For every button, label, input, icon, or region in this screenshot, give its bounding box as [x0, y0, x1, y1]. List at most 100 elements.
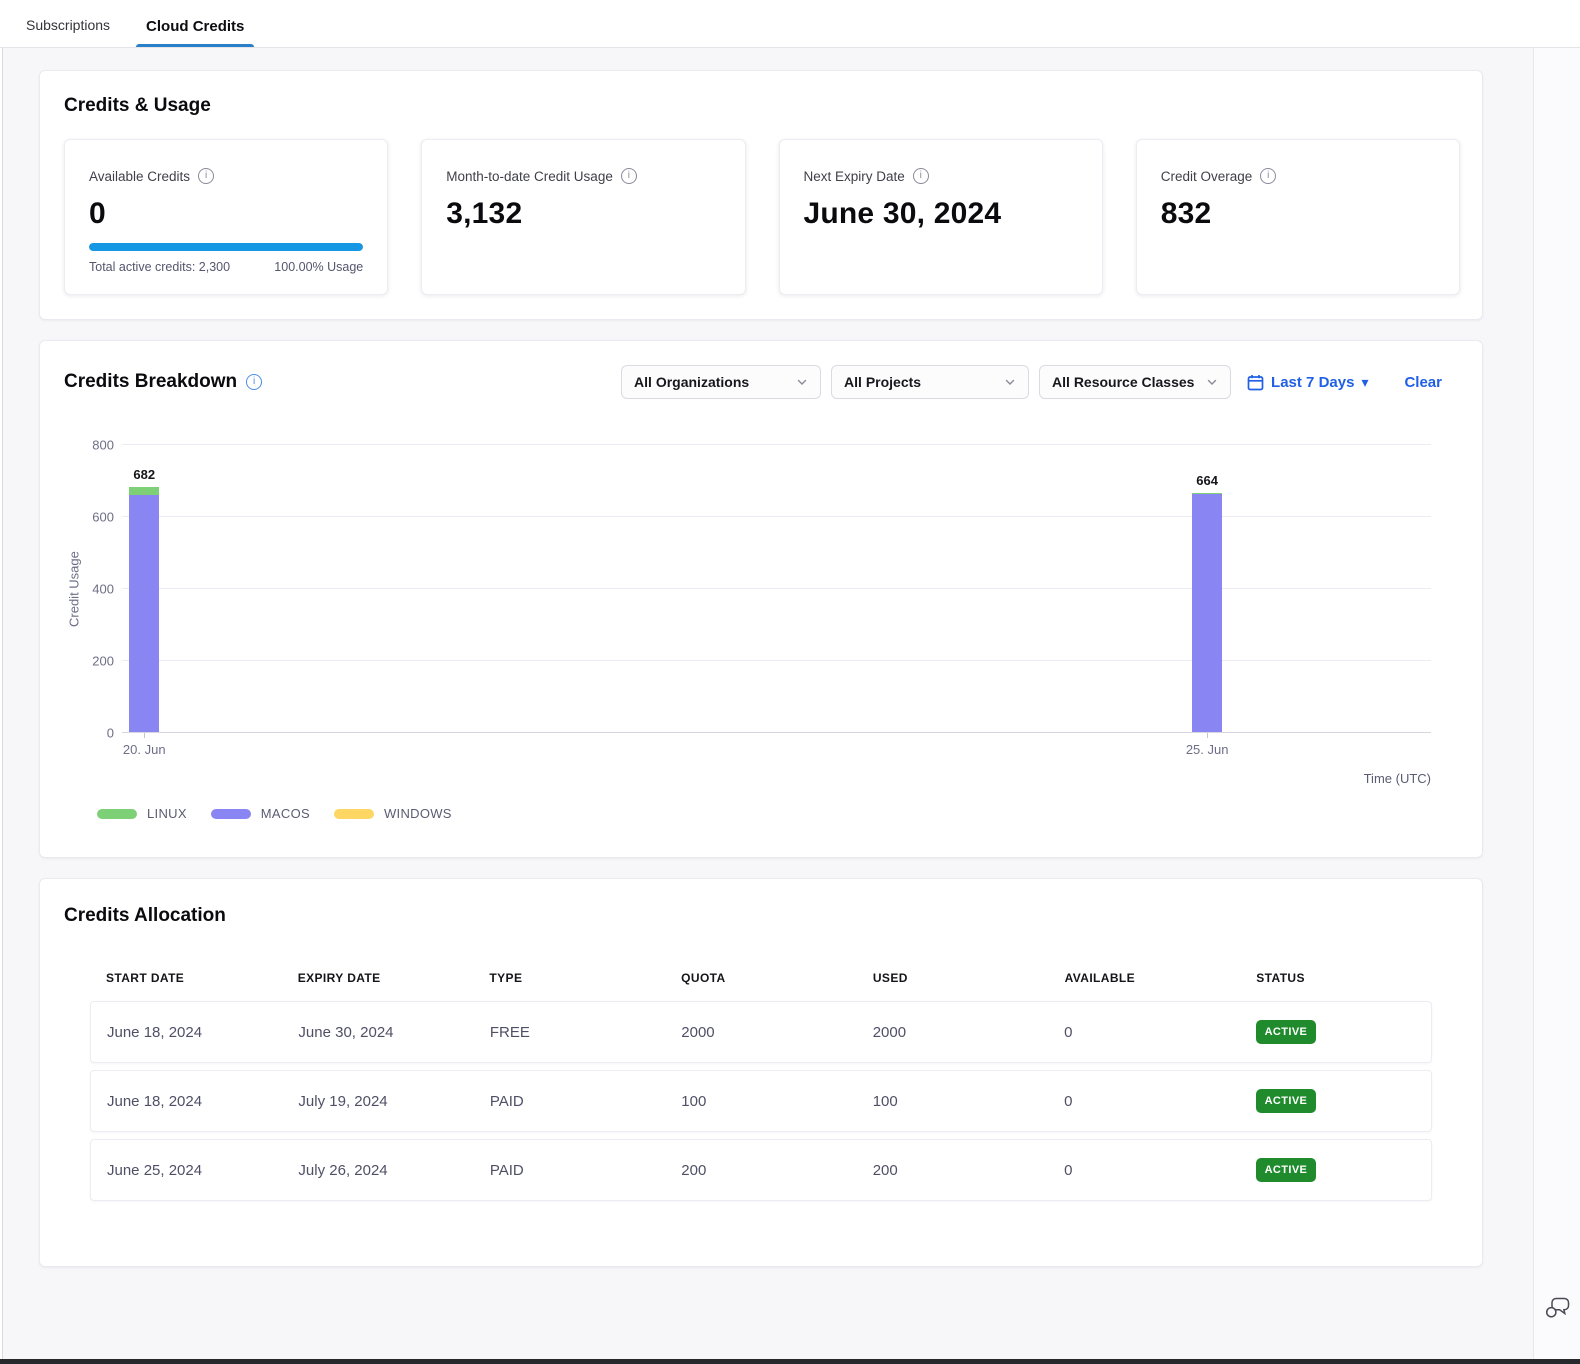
gridline	[122, 516, 1431, 517]
main-content: Credits & Usage Available Credits 0 Tota…	[3, 48, 1533, 1359]
cell-type: FREE	[474, 1024, 665, 1041]
chevron-down-icon	[796, 376, 808, 388]
credit-usage-progress-fill	[89, 243, 363, 251]
info-icon[interactable]	[621, 168, 637, 184]
status-badge: ACTIVE	[1256, 1089, 1317, 1113]
table-row: June 25, 2024 July 26, 2024 PAID 200 200…	[90, 1139, 1432, 1201]
table-row: June 18, 2024 June 30, 2024 FREE 2000 20…	[90, 1001, 1432, 1063]
right-rail	[1533, 48, 1580, 1359]
credit-overage-value: 832	[1161, 197, 1435, 231]
cell-start-date: June 25, 2024	[91, 1162, 282, 1179]
caret-down-icon	[1361, 374, 1368, 391]
col-type: TYPE	[473, 971, 665, 985]
mtd-usage-value: 3,132	[446, 197, 720, 231]
next-expiry-label: Next Expiry Date	[804, 169, 905, 184]
col-available: AVAILABLE	[1049, 971, 1241, 985]
projects-filter-value: All Projects	[844, 374, 921, 390]
chart-bar-25-jun[interactable]: 664	[1192, 493, 1222, 732]
bar-segment-linux	[129, 487, 159, 496]
calendar-icon	[1247, 374, 1264, 391]
date-range-picker[interactable]: Last 7 Days	[1247, 374, 1368, 391]
chart-x-axis-title: Time (UTC)	[64, 771, 1431, 786]
legend-item-windows[interactable]: WINDOWS	[334, 806, 452, 821]
credit-overage-card: Credit Overage 832	[1136, 139, 1460, 295]
status-badge: ACTIVE	[1256, 1020, 1317, 1044]
y-tick-label: 0	[107, 726, 114, 741]
cloud-credits-page: Subscriptions Cloud Credits Credits & Us…	[0, 0, 1580, 1364]
cell-used: 200	[857, 1162, 1048, 1179]
info-icon[interactable]	[198, 168, 214, 184]
status-badge: ACTIVE	[1256, 1158, 1317, 1182]
bar-segment-macos	[1192, 494, 1222, 732]
credits-usage-section: Credits & Usage Available Credits 0 Tota…	[39, 70, 1483, 320]
cell-available: 0	[1048, 1024, 1239, 1041]
clear-filters-button[interactable]: Clear	[1404, 374, 1442, 391]
chart-y-axis: 0200400600800	[84, 445, 122, 733]
credits-breakdown-title: Credits Breakdown	[64, 371, 237, 393]
bottom-edge	[0, 1359, 1580, 1364]
info-icon[interactable]	[246, 374, 262, 390]
y-tick-label: 800	[92, 438, 114, 453]
bar-segment-macos	[129, 495, 159, 732]
organizations-filter-dropdown[interactable]: All Organizations	[621, 365, 821, 399]
info-icon[interactable]	[913, 168, 929, 184]
projects-filter-dropdown[interactable]: All Projects	[831, 365, 1029, 399]
tab-subscriptions[interactable]: Subscriptions	[22, 17, 114, 47]
next-expiry-value: June 30, 2024	[804, 197, 1078, 231]
bar-total-label: 664	[1196, 473, 1218, 488]
cell-type: PAID	[474, 1093, 665, 1110]
credit-usage-progress-bar	[89, 243, 363, 251]
chart-filters: All Organizations All Projects All Resou…	[621, 365, 1458, 399]
cell-type: PAID	[474, 1162, 665, 1179]
x-tick	[1207, 733, 1208, 738]
chat-bubbles-icon	[1544, 1294, 1571, 1320]
active-tab-underline	[136, 44, 254, 47]
legend-item-macos[interactable]: MACOS	[211, 806, 310, 821]
resource-classes-filter-dropdown[interactable]: All Resource Classes	[1039, 365, 1231, 399]
credits-usage-title: Credits & Usage	[64, 95, 1460, 117]
windows-swatch	[334, 809, 374, 819]
cell-expiry-date: July 26, 2024	[282, 1162, 473, 1179]
date-range-value: Last 7 Days	[1271, 374, 1354, 391]
organizations-filter-value: All Organizations	[634, 374, 749, 390]
col-expiry-date: EXPIRY DATE	[282, 971, 474, 985]
resource-classes-filter-value: All Resource Classes	[1052, 374, 1194, 390]
credit-usage-chart: Credit Usage 0200400600800 20. Jun68225.…	[64, 445, 1458, 733]
cell-expiry-date: June 30, 2024	[282, 1024, 473, 1041]
gridline	[122, 732, 1431, 733]
chevron-down-icon	[1004, 376, 1016, 388]
info-icon[interactable]	[1260, 168, 1276, 184]
chart-legend: LINUX MACOS WINDOWS	[97, 806, 1458, 821]
credits-allocation-section: Credits Allocation START DATE EXPIRY DAT…	[39, 878, 1483, 1267]
cell-used: 100	[857, 1093, 1048, 1110]
cell-start-date: June 18, 2024	[91, 1093, 282, 1110]
col-start-date: START DATE	[90, 971, 282, 985]
y-tick-label: 600	[92, 510, 114, 525]
cell-expiry-date: July 19, 2024	[282, 1093, 473, 1110]
col-status: STATUS	[1240, 971, 1432, 985]
credits-allocation-table: START DATE EXPIRY DATE TYPE QUOTA USED A…	[90, 971, 1432, 1201]
chart-bar-20-jun[interactable]: 682	[129, 487, 159, 733]
mtd-usage-card: Month-to-date Credit Usage 3,132	[421, 139, 745, 295]
credits-allocation-title: Credits Allocation	[64, 905, 1458, 927]
legend-item-linux[interactable]: LINUX	[97, 806, 187, 821]
linux-swatch	[97, 809, 137, 819]
cell-quota: 2000	[665, 1024, 856, 1041]
credits-breakdown-section: Credits Breakdown All Organizations All …	[39, 340, 1483, 858]
cell-available: 0	[1048, 1093, 1239, 1110]
gridline	[122, 444, 1431, 445]
chart-plot: 20. Jun68225. Jun664	[122, 445, 1431, 733]
stat-card-grid: Available Credits 0 Total active credits…	[64, 139, 1460, 295]
available-credits-label: Available Credits	[89, 169, 190, 184]
chart-y-axis-title: Credit Usage	[64, 445, 84, 733]
feedback-chat-button[interactable]	[1544, 1294, 1571, 1325]
usage-percent: 100.00% Usage	[274, 260, 363, 274]
x-tick	[144, 733, 145, 738]
table-header-row: START DATE EXPIRY DATE TYPE QUOTA USED A…	[90, 971, 1432, 1001]
legend-label: MACOS	[261, 806, 310, 821]
x-tick-label: 25. Jun	[1186, 742, 1229, 757]
chevron-down-icon	[1206, 376, 1218, 388]
total-active-credits: Total active credits: 2,300	[89, 260, 230, 274]
tab-cloud-credits[interactable]: Cloud Credits	[142, 18, 248, 47]
y-tick-label: 200	[92, 654, 114, 669]
